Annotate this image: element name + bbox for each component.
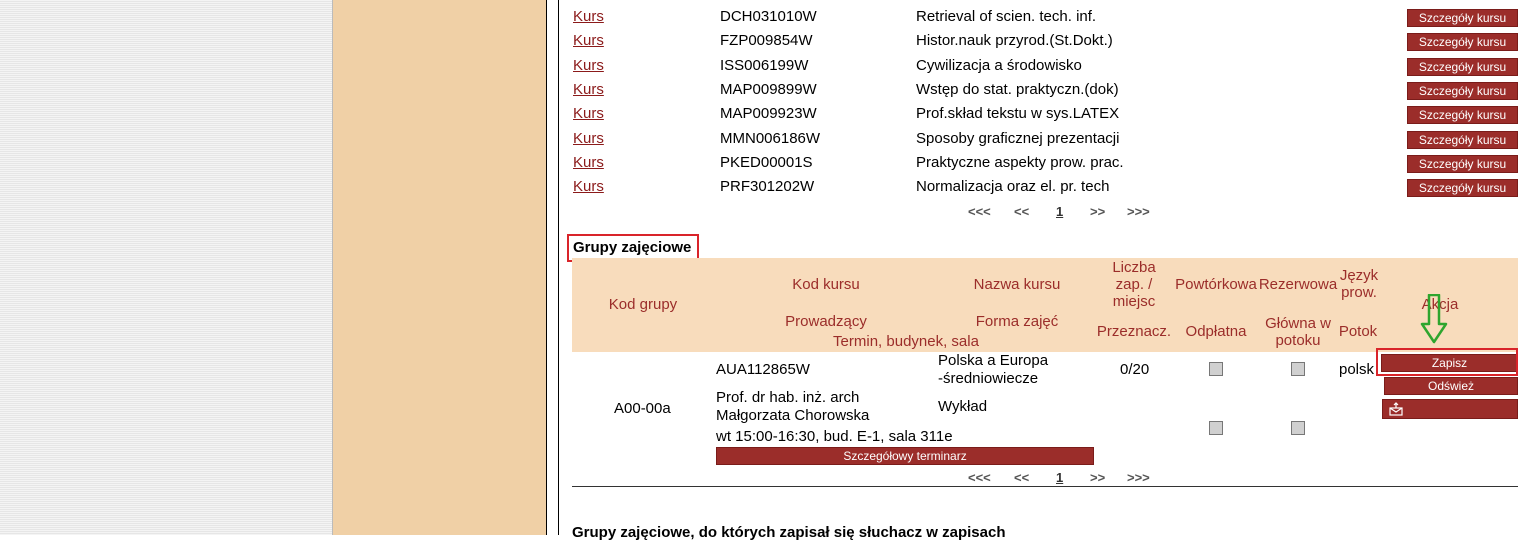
course-name: Polska a Europa -średniowiecze: [938, 352, 1049, 387]
course-details-button[interactable]: Szczegóły kursu: [1407, 58, 1518, 76]
course-link[interactable]: Kurs: [573, 178, 604, 195]
checkbox-odplatna: [1209, 421, 1223, 435]
pager-first[interactable]: <<<: [968, 204, 991, 219]
lecturer: Prof. dr hab. inż. arch Małgorzata Choro…: [716, 389, 870, 424]
course-details-button[interactable]: Szczegóły kursu: [1407, 106, 1518, 124]
course-name: Histor.nauk przyrod.(St.Dokt.): [916, 32, 1113, 49]
arrow-down-icon: [1420, 294, 1448, 344]
course-details-button[interactable]: Szczegóły kursu: [1407, 131, 1518, 149]
header-glowna: Główna w potoku: [1265, 315, 1331, 349]
pager-last[interactable]: >>>: [1127, 204, 1150, 219]
course-name: Cywilizacja a środowisko: [916, 57, 1082, 74]
course-name: Retrieval of scien. tech. inf.: [916, 8, 1097, 25]
course-link[interactable]: Kurs: [573, 57, 604, 74]
course-code: PKED00001S: [720, 154, 813, 171]
schedule: wt 15:00-16:30, bud. E-1, sala 311e: [716, 428, 953, 445]
header-powtorkowa: Powtórkowa: [1175, 276, 1257, 293]
course-code: FZP009854W: [720, 32, 813, 49]
checkbox-rezerwowa: [1291, 362, 1305, 376]
pager-page[interactable]: 1: [1056, 204, 1063, 219]
group-organizer-button[interactable]: [1382, 399, 1518, 419]
pager-prev[interactable]: <<: [1014, 204, 1029, 219]
enrolled-groups-heading: Grupy zajęciowe, do których zapisał się …: [572, 524, 1006, 541]
pager-first[interactable]: <<<: [968, 470, 991, 485]
course-name: Normalizacja oraz el. pr. tech: [916, 178, 1110, 195]
course-link[interactable]: Kurs: [573, 8, 604, 25]
course-details-button[interactable]: Szczegóły kursu: [1407, 155, 1518, 173]
header-termin: Termin, budynek, sala: [833, 333, 979, 350]
header-kod-kursu: Kod kursu: [792, 276, 860, 293]
header-liczba: Liczba zap. / miejsc: [1112, 259, 1156, 310]
class-form: Wykład: [938, 398, 988, 415]
course-details-button[interactable]: Szczegóły kursu: [1407, 179, 1518, 197]
divider: [558, 0, 559, 535]
course-code: MAP009899W: [720, 81, 817, 98]
group-code: A00-00a: [614, 400, 671, 417]
header-przeznacz: Przeznacz.: [1096, 323, 1172, 340]
header-forma: Forma zajęć: [975, 313, 1059, 330]
course-name: Wstęp do stat. praktyczn.(dok): [916, 81, 1119, 98]
checkbox-powtorkowa: [1209, 362, 1223, 376]
divider: [546, 0, 547, 535]
header-nazwa-kursu: Nazwa kursu: [973, 276, 1061, 293]
pager-last[interactable]: >>>: [1127, 470, 1150, 485]
pager-page[interactable]: 1: [1056, 470, 1063, 485]
header-jezyk: Język prow.: [1339, 267, 1379, 301]
organizer-icon: [1389, 402, 1403, 416]
course-details-button[interactable]: Szczegóły kursu: [1407, 9, 1518, 27]
enrollment-count: 0/20: [1120, 361, 1150, 378]
detailed-schedule-button[interactable]: Szczegółowy terminarz: [716, 447, 1094, 465]
course-code: MMN006186W: [720, 130, 821, 147]
pager-next[interactable]: >>: [1090, 470, 1105, 485]
course-details-button[interactable]: Szczegóły kursu: [1407, 33, 1518, 51]
menu-panel: [333, 0, 546, 535]
group-organizer-label: [1405, 401, 1423, 415]
course-link[interactable]: Kurs: [573, 154, 604, 171]
course-link[interactable]: Kurs: [573, 130, 604, 147]
course-link[interactable]: Kurs: [573, 81, 604, 98]
language: polsk: [1339, 361, 1375, 378]
pager-next[interactable]: >>: [1090, 204, 1105, 219]
header-prowadzacy: Prowadzący: [785, 313, 867, 330]
header-rezerwowa: Rezerwowa: [1258, 276, 1338, 293]
header-odplatna: Odpłatna: [1185, 323, 1247, 340]
course-link[interactable]: Kurs: [573, 105, 604, 122]
course-name: Prof.skład tekstu w sys.LATEX: [916, 105, 1120, 122]
header-potok: Potok: [1338, 323, 1378, 340]
course-code: ISS006199W: [720, 57, 809, 74]
enroll-highlight: [1376, 348, 1518, 376]
section-divider: [572, 486, 1518, 487]
left-sidebar: [0, 0, 333, 535]
course-name: Praktyczne aspekty prow. prac.: [916, 154, 1124, 171]
course-name: Sposoby graficznej prezentacji: [916, 130, 1120, 147]
course-details-button[interactable]: Szczegóły kursu: [1407, 82, 1518, 100]
refresh-button[interactable]: Odśwież: [1384, 377, 1518, 395]
course-code: AUA112865W: [716, 361, 810, 378]
checkbox-glowna: [1291, 421, 1305, 435]
course-code: PRF301202W: [720, 178, 815, 195]
course-link[interactable]: Kurs: [573, 32, 604, 49]
course-code: DCH031010W: [720, 8, 817, 25]
pager-prev[interactable]: <<: [1014, 470, 1029, 485]
course-code: MAP009923W: [720, 105, 817, 122]
header-kod-grupy: Kod grupy: [608, 296, 678, 313]
